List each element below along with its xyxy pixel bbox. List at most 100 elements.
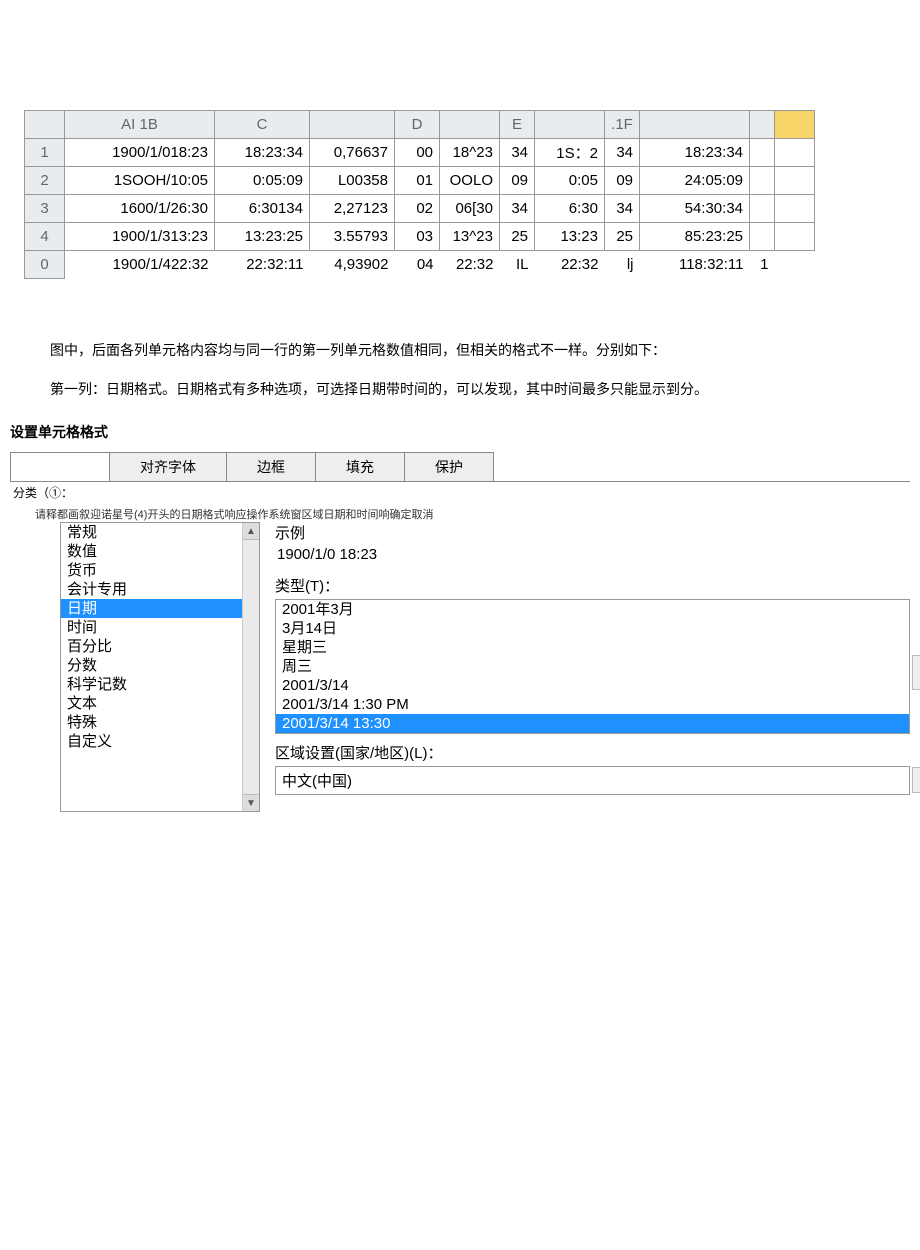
cell[interactable]: OOLO — [440, 167, 500, 195]
category-item[interactable]: 时间 — [61, 618, 259, 637]
locale-select[interactable]: 中文(中国) — [275, 766, 910, 795]
cell[interactable]: 18^23 — [440, 139, 500, 167]
cell[interactable] — [775, 139, 815, 167]
cell[interactable]: 13:23:25 — [215, 223, 310, 251]
row-header[interactable]: 1 — [25, 139, 65, 167]
cell[interactable]: 1900/1/018:23 — [65, 139, 215, 167]
cell[interactable]: 85:23:25 — [640, 223, 750, 251]
cell[interactable] — [750, 195, 775, 223]
cell[interactable]: 1600/1/26:30 — [65, 195, 215, 223]
category-item[interactable]: 文本 — [61, 694, 259, 713]
cell[interactable]: 25 — [605, 223, 640, 251]
col-header-highlight[interactable] — [775, 111, 815, 139]
cell[interactable] — [750, 167, 775, 195]
col-header[interactable] — [535, 111, 605, 139]
col-header[interactable] — [640, 111, 750, 139]
col-header[interactable]: AI 1B — [65, 111, 215, 139]
category-item[interactable]: 分数 — [61, 656, 259, 675]
cell[interactable]: 34 — [500, 139, 535, 167]
cell[interactable]: 18:23:34 — [640, 139, 750, 167]
cell[interactable] — [775, 167, 815, 195]
col-header[interactable] — [440, 111, 500, 139]
scrollbar-hint[interactable] — [912, 655, 920, 690]
cell[interactable]: 0,76637 — [310, 139, 395, 167]
scrollbar-vertical[interactable]: ▲ ▼ — [242, 523, 259, 811]
cell[interactable]: 1900/1/313:23 — [65, 223, 215, 251]
cell[interactable] — [750, 223, 775, 251]
type-item[interactable]: 2001年3月 — [276, 600, 909, 619]
row-header[interactable]: 2 — [25, 167, 65, 195]
cell[interactable]: 118:32:11 — [640, 251, 750, 279]
type-item[interactable]: 3月14日 — [276, 619, 909, 638]
category-item[interactable]: 自定义 — [61, 732, 259, 751]
cell[interactable]: 09 — [500, 167, 535, 195]
cell[interactable]: 6:30134 — [215, 195, 310, 223]
row-header[interactable]: 3 — [25, 195, 65, 223]
type-item[interactable]: 周三 — [276, 657, 909, 676]
type-item[interactable]: 星期三 — [276, 638, 909, 657]
category-item[interactable]: 货币 — [61, 561, 259, 580]
cell[interactable]: 03 — [395, 223, 440, 251]
cell[interactable]: lj — [605, 251, 640, 279]
cell[interactable]: 02 — [395, 195, 440, 223]
cell[interactable]: 09 — [605, 167, 640, 195]
tab-border[interactable]: 边框 — [226, 452, 316, 481]
category-item[interactable]: 数值 — [61, 542, 259, 561]
col-header[interactable] — [750, 111, 775, 139]
col-header[interactable] — [310, 111, 395, 139]
cell[interactable]: 18:23:34 — [215, 139, 310, 167]
category-item[interactable]: 科学记数 — [61, 675, 259, 694]
cell[interactable]: 06[30 — [440, 195, 500, 223]
cell[interactable]: 22:32 — [535, 251, 605, 279]
category-item[interactable]: 常规 — [61, 523, 259, 542]
cell[interactable]: 13^23 — [440, 223, 500, 251]
cell[interactable]: 0:05 — [535, 167, 605, 195]
scroll-down-icon[interactable]: ▼ — [243, 794, 259, 811]
cell[interactable]: 34 — [605, 195, 640, 223]
cell[interactable]: 00 — [395, 139, 440, 167]
ok-button[interactable]: 确定 — [389, 509, 411, 521]
scroll-up-icon[interactable]: ▲ — [243, 523, 259, 540]
row-header[interactable]: 0 — [25, 251, 65, 279]
col-header[interactable]: D — [395, 111, 440, 139]
dropdown-icon[interactable] — [912, 767, 920, 793]
cell[interactable] — [775, 251, 815, 279]
cell[interactable] — [775, 195, 815, 223]
cell[interactable]: 22:32:11 — [215, 251, 310, 279]
category-item[interactable]: 百分比 — [61, 637, 259, 656]
cell[interactable]: 1SOOH/10:05 — [65, 167, 215, 195]
cell[interactable] — [750, 139, 775, 167]
cell[interactable]: 3.55793 — [310, 223, 395, 251]
tab-align-font[interactable]: 对齐字体 — [109, 452, 227, 481]
col-header[interactable]: .1F — [605, 111, 640, 139]
cell[interactable]: 04 — [395, 251, 440, 279]
cell[interactable]: 2,27123 — [310, 195, 395, 223]
cancel-button[interactable]: 取消 — [411, 509, 433, 521]
cell[interactable]: 13:23 — [535, 223, 605, 251]
type-item[interactable]: 2001/3/14 — [276, 676, 909, 695]
cell[interactable]: 01 — [395, 167, 440, 195]
type-list[interactable]: 2001年3月 3月14日 星期三 周三 2001/3/14 2001/3/14… — [275, 599, 910, 734]
cell[interactable]: 54:30:34 — [640, 195, 750, 223]
tab-number[interactable] — [10, 452, 110, 481]
col-header[interactable]: E — [500, 111, 535, 139]
cell[interactable]: 4,93902 — [310, 251, 395, 279]
cell[interactable]: 34 — [500, 195, 535, 223]
cell[interactable]: 6:30 — [535, 195, 605, 223]
cell[interactable]: 1 — [750, 251, 775, 279]
type-item[interactable]: 2001/3/14 1:30 PM — [276, 695, 909, 714]
cell[interactable]: 1S：2 — [535, 139, 605, 167]
col-header[interactable]: C — [215, 111, 310, 139]
cell[interactable]: 24:05:09 — [640, 167, 750, 195]
cell[interactable] — [775, 223, 815, 251]
cell[interactable]: L00358 — [310, 167, 395, 195]
category-item[interactable]: 会计专用 — [61, 580, 259, 599]
cell[interactable]: 25 — [500, 223, 535, 251]
category-list[interactable]: 常规 数值 货币 会计专用 日期 时间 百分比 分数 科学记数 文本 特殊 自定… — [60, 522, 260, 812]
type-item-selected[interactable]: 2001/3/14 13:30 — [276, 714, 909, 733]
tab-protect[interactable]: 保护 — [404, 452, 494, 481]
cell[interactable]: 0:05:09 — [215, 167, 310, 195]
cell[interactable]: 34 — [605, 139, 640, 167]
tab-fill[interactable]: 填充 — [315, 452, 405, 481]
cell[interactable]: 22:32 — [440, 251, 500, 279]
